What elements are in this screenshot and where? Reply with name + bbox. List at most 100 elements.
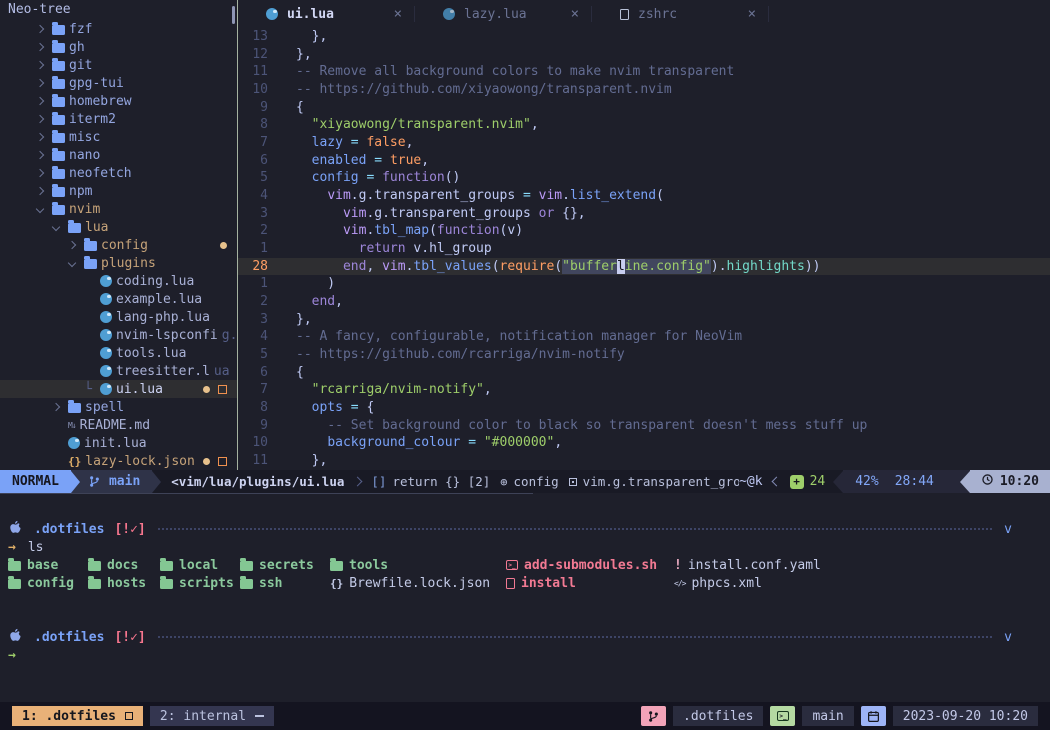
code-token: ) xyxy=(711,259,719,274)
chevron-right-icon[interactable] xyxy=(32,26,48,32)
code-line[interactable]: 10 background_colour = "#000000", xyxy=(238,434,1050,452)
code-line[interactable]: 7 lazy = false, xyxy=(238,134,1050,152)
code-token: . xyxy=(421,241,429,256)
chevron-right-icon[interactable] xyxy=(64,242,80,248)
tree-item-treesitter-l[interactable]: treesitter.lua xyxy=(0,362,237,380)
chevron-right-icon[interactable] xyxy=(32,44,48,50)
code-line[interactable]: 6{ xyxy=(238,364,1050,382)
code-buffer[interactable]: 13 },12},11-- Remove all background colo… xyxy=(238,28,1050,470)
tree-item-npm[interactable]: npm xyxy=(0,182,237,200)
tree-item-ui-lua[interactable]: └ui.lua xyxy=(0,380,237,398)
code-line[interactable]: 2 vim.tbl_map(function(v) xyxy=(238,222,1050,240)
code-line[interactable]: 6 enabled = true, xyxy=(238,152,1050,170)
tree-item-gh[interactable]: gh xyxy=(0,38,237,56)
chevron-right-icon[interactable] xyxy=(32,116,48,122)
tree-item-misc[interactable]: misc xyxy=(0,128,237,146)
close-icon[interactable]: × xyxy=(748,6,756,22)
sidebar-scrollbar[interactable] xyxy=(232,6,235,24)
code-text: "xiyaowong/transparent.nvim", xyxy=(268,116,539,134)
code-line[interactable]: 8 "xiyaowong/transparent.nvim", xyxy=(238,116,1050,134)
folder-icon xyxy=(240,561,253,571)
tab-ui-lua[interactable]: ui.lua × xyxy=(238,0,414,28)
code-line[interactable]: 10-- https://github.com/xiyaowong/transp… xyxy=(238,81,1050,99)
code-line[interactable]: 11 }, xyxy=(238,452,1050,470)
tree-item-readme-md[interactable]: README.md xyxy=(0,416,237,434)
code-line[interactable]: 5 config = function() xyxy=(238,169,1050,187)
code-line[interactable]: 1 return v.hl_group xyxy=(238,240,1050,258)
chevron-right-icon[interactable] xyxy=(32,80,48,86)
code-line[interactable]: 2 end, xyxy=(238,293,1050,311)
tree-item-lazy-lock-json[interactable]: lazy-lock.json xyxy=(0,452,237,470)
code-line[interactable]: 4-- A fancy, configurable, notification … xyxy=(238,328,1050,346)
tree-item-config[interactable]: config xyxy=(0,236,237,254)
code-line[interactable]: 7 "rcarriga/nvim-notify", xyxy=(238,381,1050,399)
tree-item-example-lua[interactable]: example.lua xyxy=(0,290,237,308)
tree-item-lua[interactable]: lua xyxy=(0,218,237,236)
code-token: , xyxy=(484,382,492,397)
unstaged-square-icon xyxy=(218,457,227,466)
tree-item-homebrew[interactable]: homebrew xyxy=(0,92,237,110)
chevron-right-icon[interactable] xyxy=(32,62,48,68)
folder-icon xyxy=(52,205,65,215)
chevron-right-icon[interactable] xyxy=(32,134,48,140)
close-icon[interactable]: × xyxy=(571,6,579,22)
code-line[interactable]: 13 }, xyxy=(238,28,1050,46)
chevron-right-icon[interactable] xyxy=(32,98,48,104)
chevron-down-icon[interactable] xyxy=(48,224,64,230)
chevron-right-icon[interactable] xyxy=(48,404,64,410)
code-token xyxy=(296,259,343,274)
prompt-arrow: → xyxy=(8,540,16,555)
window-label: 2: internal xyxy=(160,709,246,724)
close-icon[interactable]: × xyxy=(394,6,402,22)
tree-item-nvim[interactable]: nvim xyxy=(0,200,237,218)
code-token: , xyxy=(531,117,539,132)
code-token: { xyxy=(296,365,304,380)
code-line[interactable]: 11-- Remove all background colors to mak… xyxy=(238,63,1050,81)
code-token xyxy=(531,206,539,221)
tab-lazy-lua[interactable]: lazy.lua × xyxy=(415,0,591,28)
tree-item-gpg-tui[interactable]: gpg-tui xyxy=(0,74,237,92)
tree-item-nvim-lspconfi[interactable]: nvim-lspconfig. xyxy=(0,326,237,344)
chevron-right-icon[interactable] xyxy=(32,188,48,194)
chevron-right-icon[interactable] xyxy=(32,152,48,158)
code-line[interactable]: 9{ xyxy=(238,99,1050,117)
code-line[interactable]: 4 vim.g.transparent_groups = vim.list_ex… xyxy=(238,187,1050,205)
tree-item-init-lua[interactable]: init.lua xyxy=(0,434,237,452)
tree-item-iterm2[interactable]: iterm2 xyxy=(0,110,237,128)
ls-entry-label: tools xyxy=(349,558,388,573)
tree-item-coding-lua[interactable]: coding.lua xyxy=(0,272,237,290)
code-line[interactable]: 1 ) xyxy=(238,275,1050,293)
line-number: 4 xyxy=(238,328,268,346)
command-line[interactable]: → xyxy=(0,646,1050,664)
tree-item-git[interactable]: git xyxy=(0,56,237,74)
apple-icon xyxy=(8,519,22,539)
tree-item-fzf[interactable]: fzf xyxy=(0,20,237,38)
file-icon xyxy=(506,578,515,589)
tree-item-plugins[interactable]: plugins xyxy=(0,254,237,272)
code-token: () xyxy=(445,170,461,185)
line-number: 7 xyxy=(238,381,268,399)
shell-pane[interactable]: .dotfiles [!✓] v → ls basedocslocalsecre… xyxy=(0,494,1050,702)
tab-zshrc[interactable]: zshrc × xyxy=(592,0,768,28)
code-line[interactable]: 28 end, vim.tbl_values(require("bufferli… xyxy=(238,258,1050,276)
chevron-down-icon[interactable] xyxy=(64,260,80,266)
code-line[interactable]: 5-- https://github.com/rcarriga/nvim-not… xyxy=(238,346,1050,364)
code-token: , xyxy=(421,153,429,168)
chevron-right-icon[interactable] xyxy=(32,170,48,176)
tmux-window-2[interactable]: 2: internal xyxy=(150,706,274,726)
tree-item-lang-php-lua[interactable]: lang-php.lua xyxy=(0,308,237,326)
tree-item-tools-lua[interactable]: tools.lua xyxy=(0,344,237,362)
code-line[interactable]: 3 vim.g.transparent_groups or {}, xyxy=(238,205,1050,223)
code-line[interactable]: 3}, xyxy=(238,311,1050,329)
tree-item-nano[interactable]: nano xyxy=(0,146,237,164)
tree-item-neofetch[interactable]: neofetch xyxy=(0,164,237,182)
code-line[interactable]: 8 opts = { xyxy=(238,399,1050,417)
code-line[interactable]: 12}, xyxy=(238,46,1050,64)
tmux-window-1[interactable]: 1: .dotfiles xyxy=(12,706,143,726)
code-line[interactable]: 9 -- Set background color to black so tr… xyxy=(238,417,1050,435)
chevron-down-icon[interactable] xyxy=(32,206,48,212)
code-text: }, xyxy=(268,46,312,64)
code-token: = xyxy=(351,135,359,150)
tree-item-spell[interactable]: spell xyxy=(0,398,237,416)
breadcrumb-scope: config xyxy=(500,474,558,489)
